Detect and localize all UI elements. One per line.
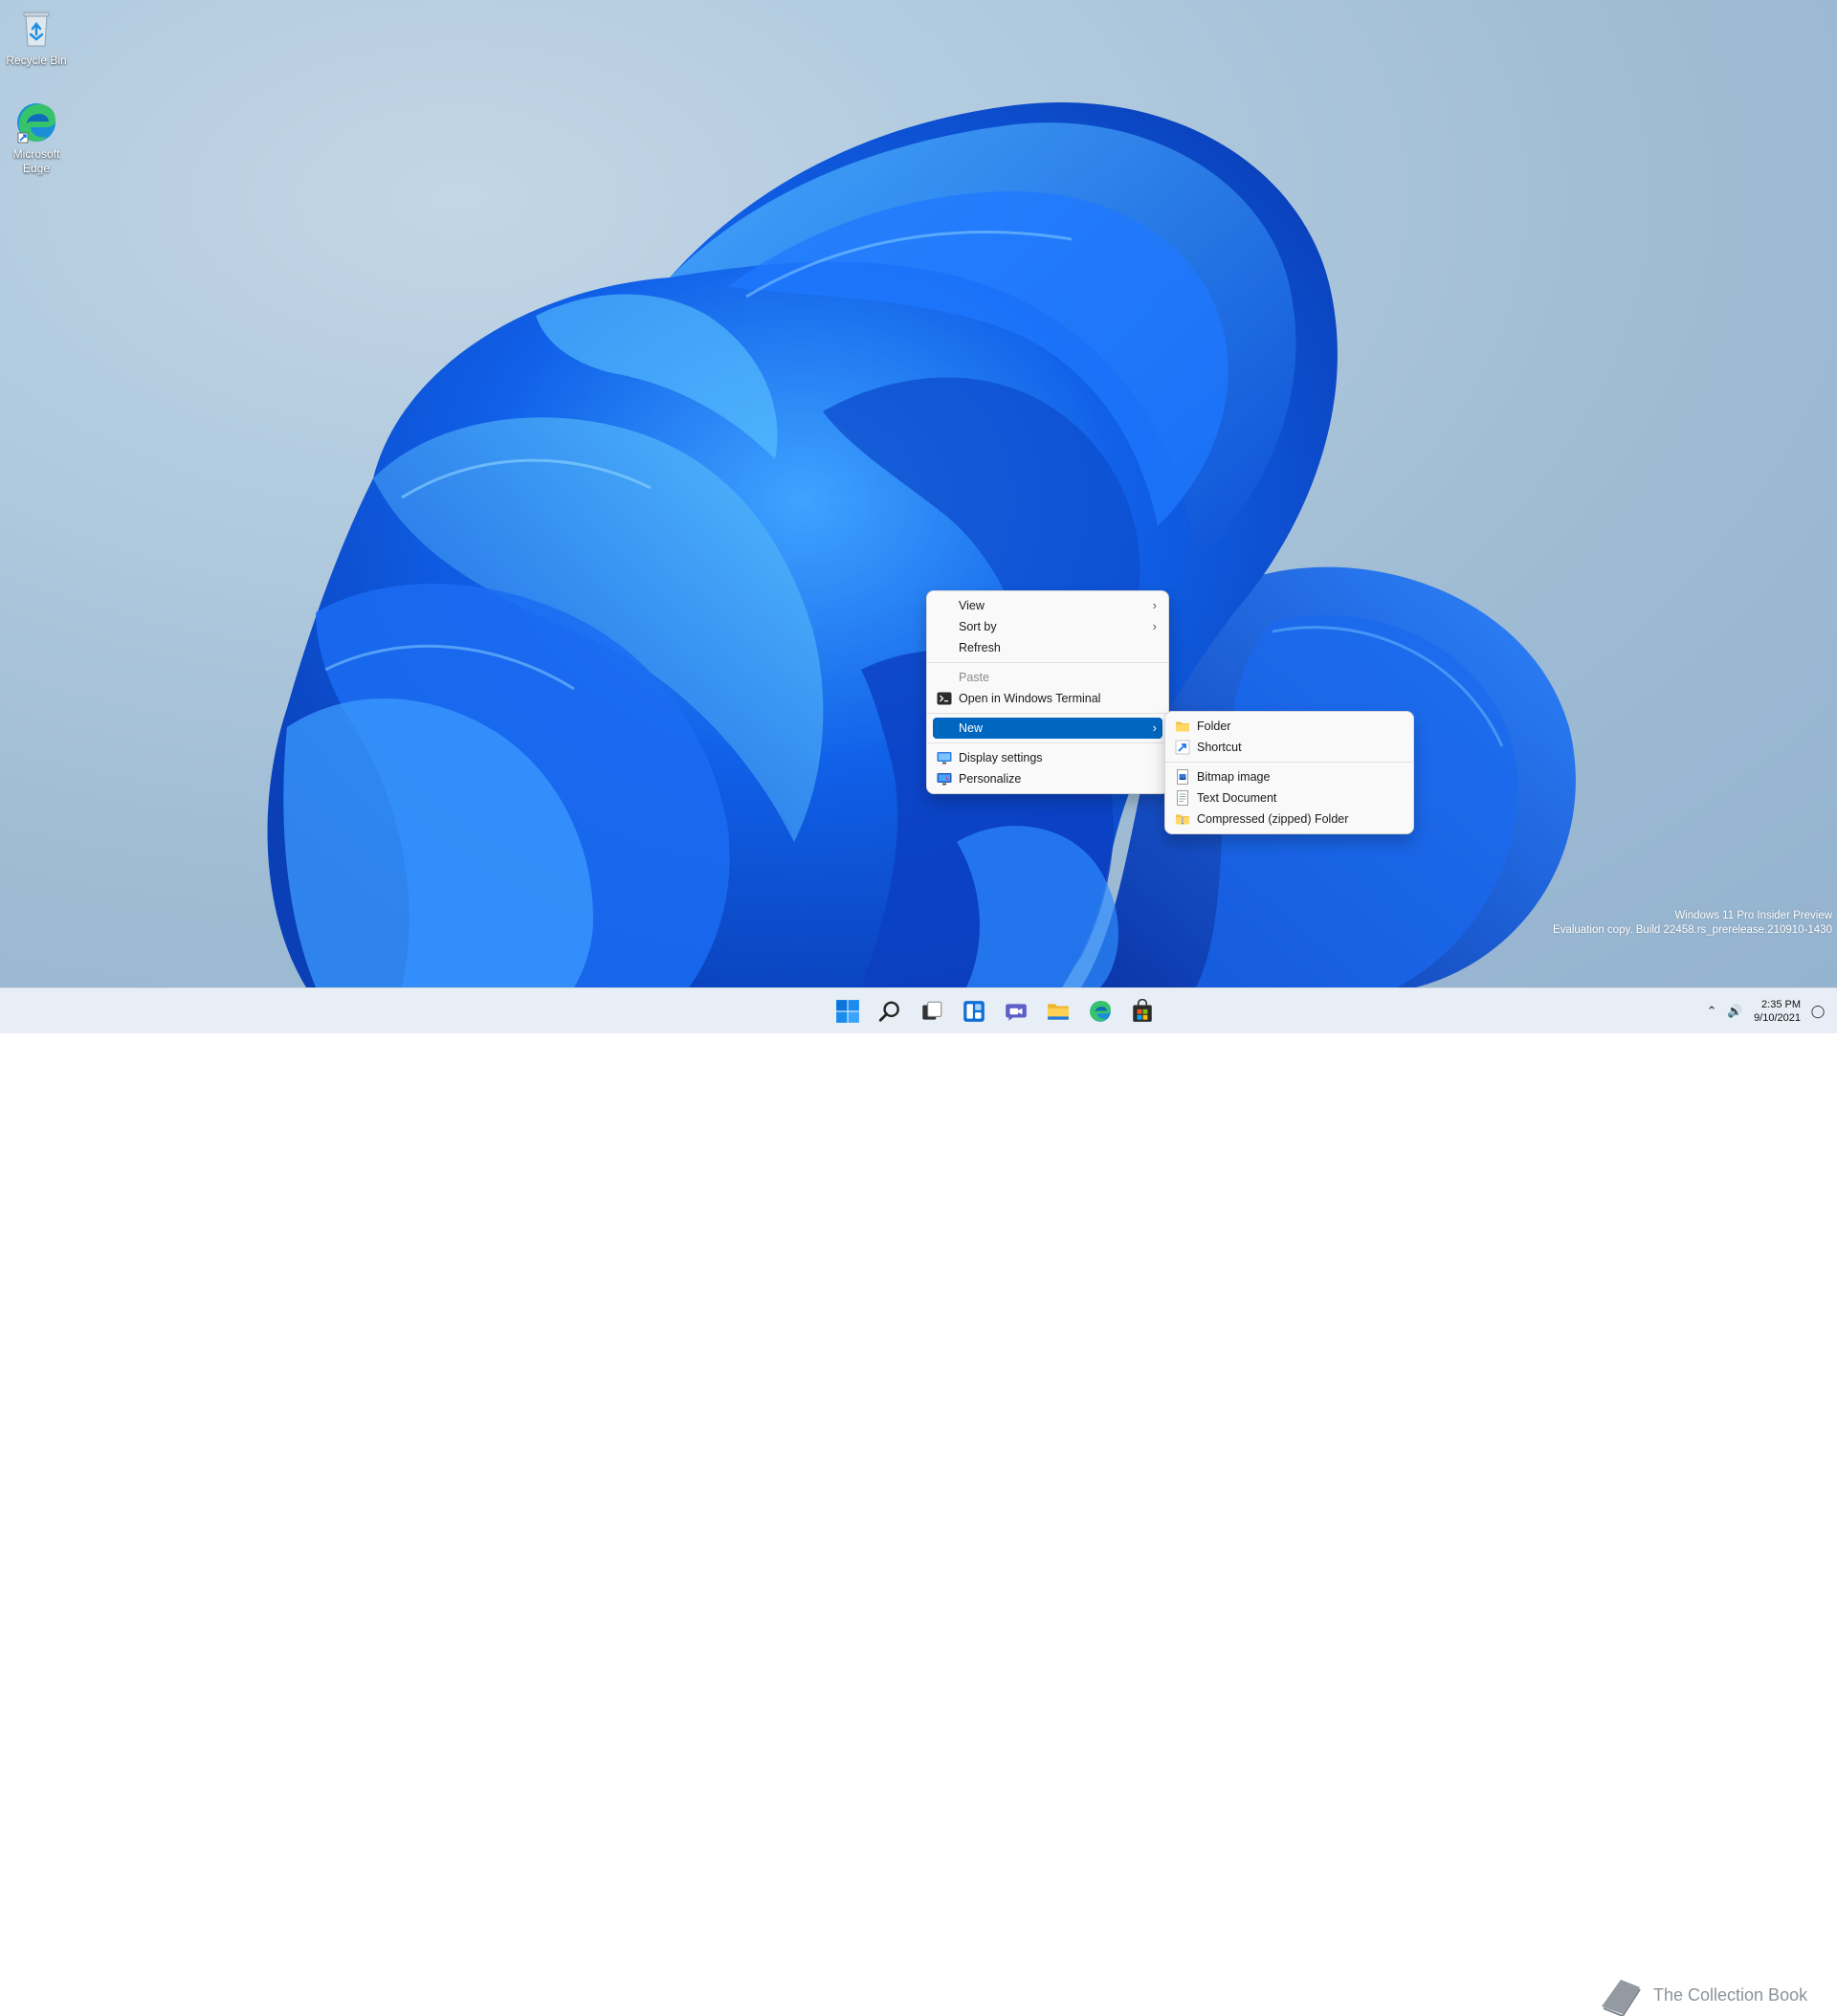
edge-icon bbox=[1090, 1001, 1111, 1022]
volume-icon: 🔊 bbox=[1726, 1004, 1743, 1018]
display-icon bbox=[937, 752, 952, 764]
menu-item-label: Display settings bbox=[959, 751, 1043, 764]
file-explorer-button[interactable] bbox=[1039, 992, 1077, 1030]
clock-button[interactable]: 2:35 PM 9/10/2021 bbox=[1754, 998, 1801, 1025]
taskbar-apps bbox=[827, 988, 1163, 1034]
system-tray: ⌃ 🔊 2:35 PM 9/10/2021 ◯ bbox=[1700, 988, 1829, 1034]
menu-item-sort-by[interactable]: Sort by › bbox=[933, 616, 1162, 637]
new-submenu: Folder Shortcut Bitmap image Text Docume… bbox=[1164, 711, 1414, 834]
brand-watermark: The Collection Book bbox=[1596, 1974, 1807, 2016]
submenu-item-shortcut[interactable]: Shortcut bbox=[1171, 737, 1407, 758]
notification-icon: ◯ bbox=[1810, 1004, 1826, 1018]
widgets-button[interactable] bbox=[955, 992, 993, 1030]
menu-item-label: View bbox=[959, 599, 985, 612]
watermark-line-2: Evaluation copy. Build 22458.rs_prerelea… bbox=[1553, 924, 1832, 936]
menu-item-label: Personalize bbox=[959, 772, 1022, 786]
search-icon bbox=[878, 1001, 899, 1022]
terminal-icon bbox=[937, 692, 952, 705]
build-watermark: Windows 11 Pro Insider Preview Evaluatio… bbox=[1553, 909, 1832, 938]
menu-item-personalize[interactable]: Personalize bbox=[933, 768, 1162, 789]
notification-button[interactable]: ◯ bbox=[1807, 1001, 1828, 1022]
menu-item-refresh[interactable]: Refresh bbox=[933, 637, 1162, 658]
tray-overflow-button[interactable]: ⌃ bbox=[1701, 1001, 1722, 1022]
submenu-item-bitmap[interactable]: Bitmap image bbox=[1171, 766, 1407, 787]
bloom-wallpaper bbox=[267, 101, 1576, 987]
menu-item-label: New bbox=[959, 721, 984, 735]
menu-item-label: Refresh bbox=[959, 641, 1001, 654]
submenu-item-text-document[interactable]: Text Document bbox=[1171, 787, 1407, 809]
desktop-icon-label: Recycle Bin bbox=[6, 54, 67, 67]
start-icon bbox=[836, 1000, 859, 1023]
chevron-right-icon: › bbox=[1152, 619, 1157, 633]
taskbar: The Collection Book ⌃ 🔊 2:35 PM 9/10/202… bbox=[0, 987, 1837, 2016]
menu-separator bbox=[927, 742, 1168, 743]
menu-item-new[interactable]: New › bbox=[933, 718, 1162, 739]
menu-item-paste: Paste bbox=[933, 667, 1162, 688]
shortcut-icon bbox=[1175, 740, 1190, 755]
clock-date: 9/10/2021 bbox=[1754, 1012, 1801, 1024]
task-view-button[interactable] bbox=[913, 992, 951, 1030]
chevron-right-icon: › bbox=[1152, 598, 1157, 612]
widgets-icon bbox=[963, 1001, 985, 1022]
menu-item-label: Sort by bbox=[959, 620, 997, 633]
recycle-bin-icon bbox=[23, 11, 50, 47]
volume-button[interactable]: 🔊 bbox=[1724, 1001, 1745, 1022]
menu-item-open-terminal[interactable]: Open in Windows Terminal bbox=[933, 688, 1162, 709]
menu-item-label: Shortcut bbox=[1197, 741, 1242, 754]
menu-item-display-settings[interactable]: Display settings bbox=[933, 747, 1162, 768]
task-view-icon bbox=[922, 1001, 942, 1020]
store-icon bbox=[1133, 999, 1152, 1022]
watermark-line-1: Windows 11 Pro Insider Preview bbox=[1674, 910, 1832, 921]
desktop-icon-edge[interactable]: Microsoft Edge bbox=[0, 100, 73, 176]
menu-item-label: Folder bbox=[1197, 720, 1231, 733]
menu-item-label: Text Document bbox=[1197, 791, 1277, 805]
store-button[interactable] bbox=[1123, 992, 1162, 1030]
menu-separator bbox=[927, 662, 1168, 663]
chat-button[interactable] bbox=[997, 992, 1035, 1030]
menu-item-view[interactable]: View › bbox=[933, 595, 1162, 616]
menu-item-label: Open in Windows Terminal bbox=[959, 692, 1101, 705]
menu-item-label: Paste bbox=[959, 671, 989, 684]
bitmap-icon bbox=[1177, 769, 1188, 785]
menu-item-label: Compressed (zipped) Folder bbox=[1197, 812, 1349, 826]
desktop-context-menu: View › Sort by › Refresh Paste Open in W… bbox=[926, 590, 1169, 794]
submenu-item-zip-folder[interactable]: Compressed (zipped) Folder bbox=[1171, 809, 1407, 830]
file-explorer-icon bbox=[1048, 1004, 1069, 1020]
desktop-icon-label: Microsoft Edge bbox=[12, 147, 60, 175]
search-button[interactable] bbox=[871, 992, 909, 1030]
zip-folder-icon bbox=[1176, 814, 1189, 825]
brand-text: The Collection Book bbox=[1653, 1984, 1808, 2005]
submenu-item-folder[interactable]: Folder bbox=[1171, 716, 1407, 737]
menu-separator bbox=[1165, 762, 1413, 763]
desktop-icon-recycle-bin[interactable]: Recycle Bin bbox=[0, 6, 73, 68]
book-icon bbox=[1602, 1980, 1641, 2016]
desktop[interactable]: Recycle Bin Microsoft Edge View › Sort b… bbox=[0, 0, 1837, 987]
chat-icon bbox=[1006, 1004, 1027, 1021]
folder-icon bbox=[1176, 721, 1189, 732]
personalize-icon bbox=[937, 773, 952, 786]
edge-icon bbox=[17, 103, 55, 144]
clock-time: 2:35 PM bbox=[1761, 999, 1801, 1010]
chevron-right-icon: › bbox=[1152, 720, 1157, 735]
start-button[interactable] bbox=[829, 992, 867, 1030]
edge-button[interactable] bbox=[1081, 992, 1119, 1030]
text-document-icon bbox=[1177, 790, 1188, 806]
menu-item-label: Bitmap image bbox=[1197, 770, 1271, 784]
chevron-up-icon: ⌃ bbox=[1706, 1004, 1717, 1018]
menu-separator bbox=[927, 713, 1168, 714]
